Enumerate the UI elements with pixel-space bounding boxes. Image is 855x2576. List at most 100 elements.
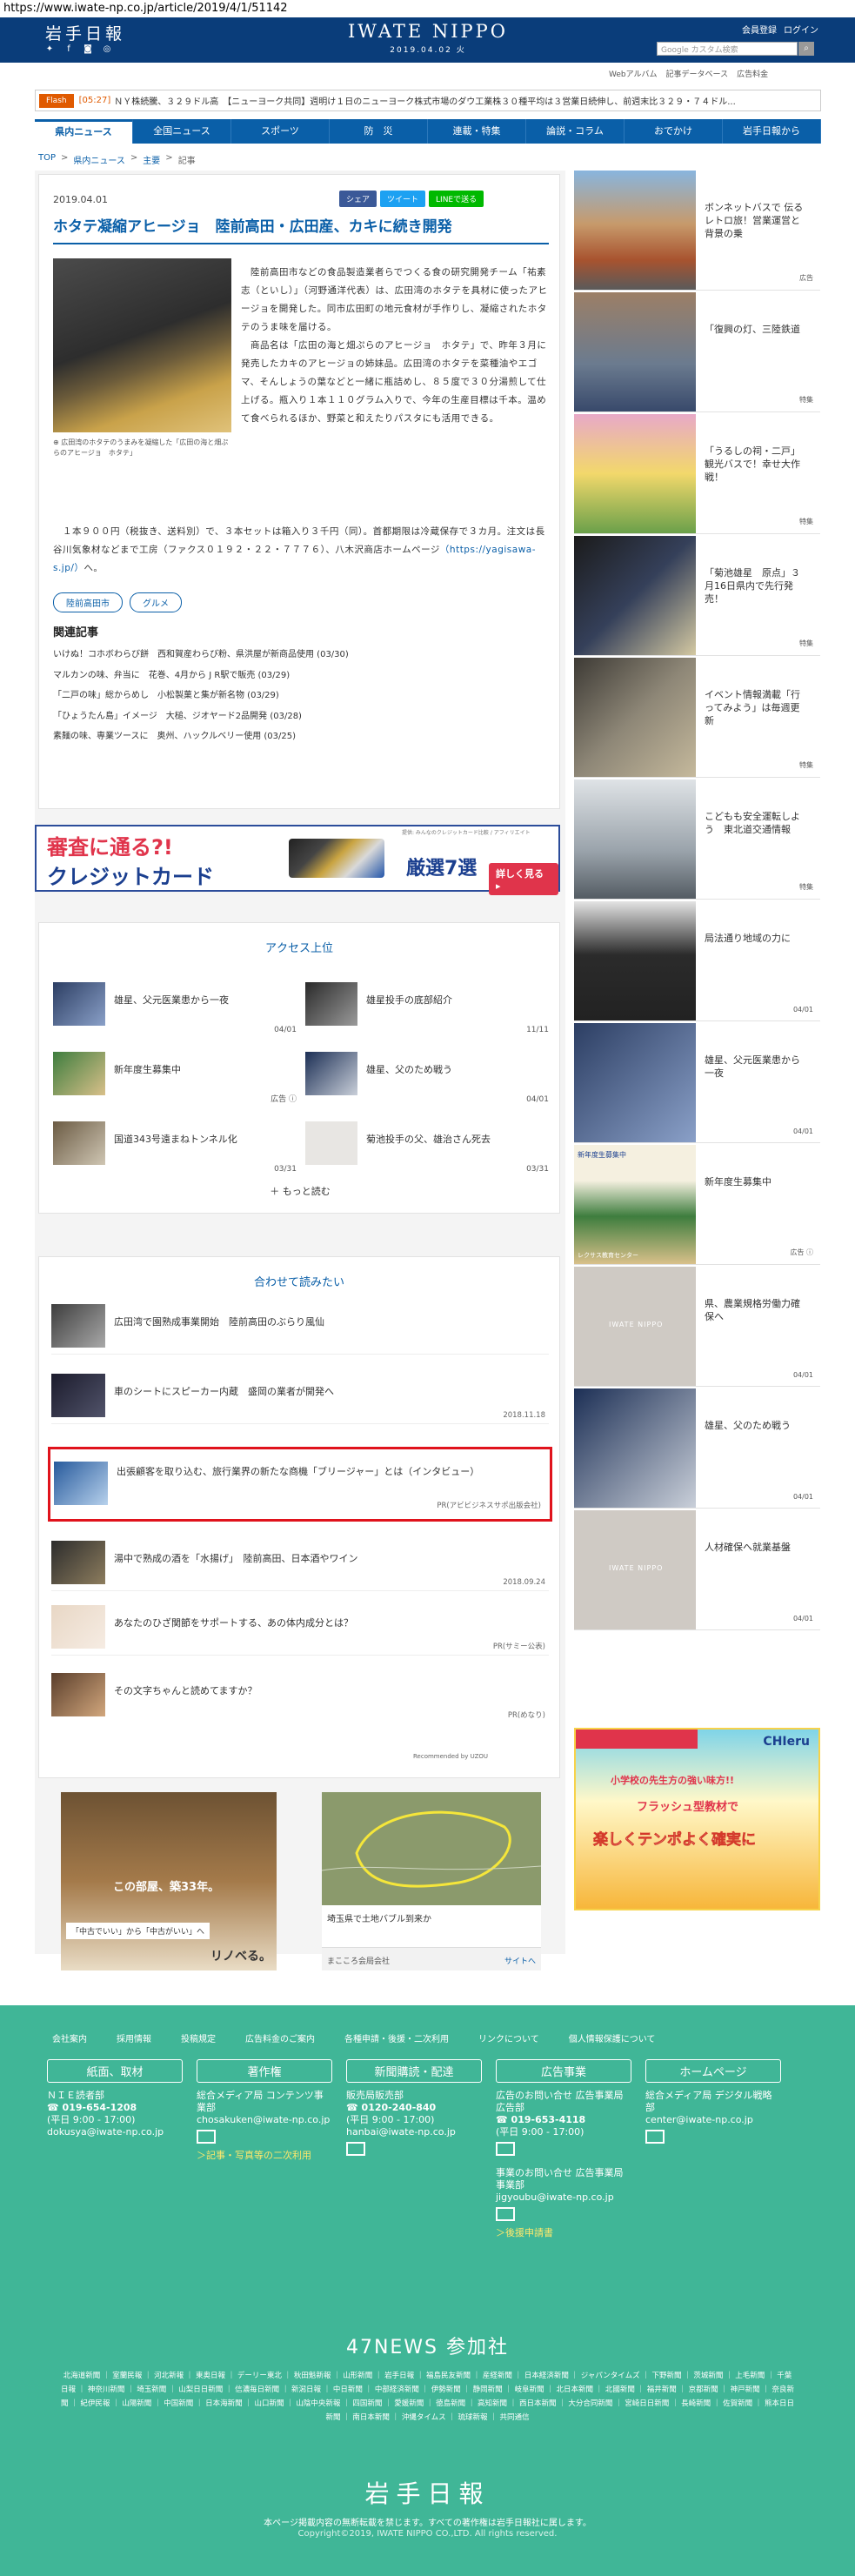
nav-tab-outing[interactable]: おでかけ	[625, 119, 723, 144]
nav-tab-sports[interactable]: スポーツ	[231, 119, 330, 144]
mail-icon[interactable]	[496, 2142, 515, 2156]
footer-link[interactable]: リンクについて	[478, 2031, 539, 2044]
sidebar-item[interactable]: こどもも安全運転しよう 東北道交通情報 特集	[574, 779, 820, 900]
email-link[interactable]: jigyoubu@iwate-np.co.jp	[496, 2191, 631, 2204]
news47-list[interactable]: 北海道新聞 ｜ 室蘭民報 ｜ 河北新報 ｜ 東奥日報 ｜ デーリー東北 ｜ 秋田…	[61, 2369, 794, 2425]
sidebar-thumb	[574, 292, 696, 411]
phone-number[interactable]: ☎ 019-653-4118	[496, 2114, 631, 2126]
instagram-icon[interactable]: ◎	[101, 43, 113, 56]
tag-gourmet[interactable]: グルメ	[130, 592, 182, 612]
reco-item[interactable]: あなたのひざ関節をサポートする、あの体内成分とは？ PR(サミー公表)	[51, 1598, 549, 1656]
line-icon[interactable]: ◙	[82, 43, 94, 56]
search-button[interactable]: ⌕	[798, 42, 814, 56]
sidebar-item[interactable]: 雄星、父元医業患から一夜 04/01	[574, 1023, 820, 1143]
related-item[interactable]: 「ひょうたん島」イメージ 大槌、ジオヤード2品開発 (03/28)	[53, 706, 549, 727]
sidebar-item[interactable]: 雄星、父のため戦う 04/01	[574, 1388, 820, 1509]
breadcrumb-main[interactable]: 主要	[143, 153, 160, 166]
sidebar-item[interactable]: 局法通り地域の力に 04/01	[574, 901, 820, 1021]
ranking-item[interactable]: 国道343号遠まねトンネル化 03/31	[53, 1121, 297, 1175]
nav-tab-national[interactable]: 全国ニュース	[133, 119, 231, 144]
ad-cta-button[interactable]: 詳しく見る ▸	[489, 863, 558, 895]
email-link[interactable]: chosakuken@iwate-np.co.jp	[197, 2114, 332, 2126]
search-input[interactable]: Google カスタム検索	[657, 42, 798, 56]
mail-icon[interactable]	[496, 2207, 515, 2221]
mail-icon[interactable]	[645, 2130, 665, 2144]
reco-item[interactable]: 湯中で熟成の酒を「水揚げ」 陸前高田、日本酒やワイン 2018.09.24	[51, 1534, 549, 1591]
reuse-link[interactable]: ＞記事・写真等の二次利用	[197, 2150, 332, 2162]
sidebar-item[interactable]: ボンネットバスで 伝るレトロ旅！営業運営と背景の乗 広告	[574, 171, 820, 291]
footer-link[interactable]: 採用情報	[117, 2031, 151, 2044]
account-links: 会員登録 ログイン	[742, 23, 818, 36]
reco-item[interactable]: 車のシートにスピーカー内蔵 盛岡の業者が開発へ 2018.11.18	[51, 1367, 549, 1424]
footer-link[interactable]: 個人情報保護について	[569, 2031, 656, 2044]
education-ad[interactable]: CHIeru 小学校の先生方の強い味方!! フラッシュ型教材で 楽しくテンポよく…	[574, 1728, 820, 1910]
uzou-credit[interactable]: Recommended by UZOU	[413, 1753, 488, 1760]
url-bar[interactable]: https://www.iwate-np.co.jp/article/2019/…	[0, 0, 855, 17]
more-button[interactable]: ＋ もっと読む	[39, 1184, 561, 1198]
header-brand-block[interactable]: IWATE NIPPO 2019.04.02 火	[341, 21, 515, 55]
phone-number[interactable]: ☎ 0120-240-840	[346, 2102, 482, 2114]
footer-logo[interactable]: 岩手日報	[0, 2475, 855, 2510]
reco-meta: PR(アビビジネスサポ出版会社)	[437, 1502, 541, 1510]
nav-tab-opinion[interactable]: 論説・コラム	[526, 119, 625, 144]
register-link[interactable]: 会員登録	[742, 23, 777, 36]
facebook-icon[interactable]: f	[63, 43, 75, 56]
sidebar-item[interactable]: イベント情報満載「行ってみよう」は毎週更新 特集	[574, 658, 820, 778]
breadcrumb-sep: >	[165, 153, 173, 163]
utility-link-adrates[interactable]: 広告料金	[737, 68, 768, 79]
education-ad-text-3: 楽しくテンポよく確実に	[593, 1831, 757, 1850]
site-logo[interactable]: 岩手日報	[45, 21, 125, 44]
reco-item[interactable]: 広田湾で園熟成事業開始 陸前高田のぶらり風仙	[51, 1297, 549, 1355]
related-item[interactable]: いけぬ！コホボわらび餅 西和賀産わらび粉、県洪屋が新商品使用 (03/30)	[53, 645, 549, 666]
mail-icon[interactable]	[197, 2130, 216, 2144]
phone-number[interactable]: ☎ 019-654-1208	[47, 2102, 183, 2114]
nav-tab-disaster[interactable]: 防 災	[330, 119, 428, 144]
sidebar-item[interactable]: IWATE NIPPO 人材確保へ就業基盤 04/01	[574, 1510, 820, 1630]
footer-link[interactable]: 各種申請・後援・二次利用	[344, 2031, 449, 2044]
related-item[interactable]: 素麺の味、専業ツースに 奥州、ハックルベリー使用 (03/25)	[53, 726, 549, 747]
news-ticker[interactable]: Flash [05:27] ＮＹ株続騰、３２９ドル高 【ニューヨーク共同】週明け…	[35, 90, 821, 111]
footer-link[interactable]: 広告料金のご案内	[245, 2031, 315, 2044]
ranking-thumb	[53, 1121, 105, 1165]
reco-item-highlighted[interactable]: 出張顧客を取り込む、旅行業界の新たな商機「ブリージャー」とは（インタビュー） P…	[48, 1447, 552, 1522]
utility-link-album[interactable]: Webアルバム	[609, 68, 658, 79]
email-link[interactable]: center@iwate-np.co.jp	[645, 2114, 781, 2126]
sidebar-item[interactable]: 「菊池雄星 原点」３月16日県内で先行発売！ 特集	[574, 536, 820, 656]
credit-card-ad[interactable]: 提供: みんなのクレジットカード比較 / アフィリエイト 審査に通る?! クレジ…	[35, 825, 560, 895]
ranking-item[interactable]: 雄星、父のため戦う 04/01	[305, 1052, 549, 1106]
twitter-icon[interactable]: ✦	[43, 43, 56, 56]
nav-tab-from-paper[interactable]: 岩手日報から	[723, 119, 821, 144]
reco-title: 合わせて読みたい	[253, 1276, 344, 1289]
renovation-ad[interactable]: この部屋、築33年。 「中古でいい」から「中古がいい」へ リノベる。	[61, 1792, 277, 1970]
tweet-button[interactable]: ツイート	[380, 191, 426, 207]
nav-tab-local[interactable]: 県内ニュース	[35, 119, 133, 144]
sidebar-item[interactable]: IWATE NIPPO 県、農業規格労働力確保へ 04/01	[574, 1267, 820, 1387]
login-link[interactable]: ログイン	[784, 23, 818, 36]
footer-link[interactable]: 会社案内	[52, 2031, 87, 2044]
ranking-item[interactable]: 菊池投手の父、雄治さん死去 03/31	[305, 1121, 549, 1175]
ranking-item[interactable]: 雄星、父元医業患から一夜 04/01	[53, 982, 297, 1036]
nav-tab-features[interactable]: 連載・特集	[428, 119, 526, 144]
breadcrumb-local[interactable]: 県内ニュース	[73, 153, 125, 166]
email-link[interactable]: dokusya@iwate-np.co.jp	[47, 2126, 183, 2138]
footer-link[interactable]: 投稿規定	[181, 2031, 216, 2044]
land-ad-link[interactable]: サイトへ	[504, 1955, 536, 1966]
ranking-item[interactable]: 雄星投手の底部紹介 11/11	[305, 982, 549, 1036]
mail-icon[interactable]	[346, 2142, 365, 2156]
email-link[interactable]: hanbai@iwate-np.co.jp	[346, 2126, 482, 2138]
land-ad[interactable]: 埼玉県で土地バブル到来か まこころ会局会社 サイトへ	[321, 1792, 542, 1970]
reco-item[interactable]: その文字ちゃんと読めてますか？ PR(めなり)	[51, 1666, 549, 1723]
sidebar-item[interactable]: 「うるしの祠・二戸」観光バスで！幸せ大作戦！ 特集	[574, 414, 820, 534]
related-item[interactable]: マルカンの味、弁当に 花巻、4月から J R駅で販売 (03/29)	[53, 666, 549, 686]
related-item[interactable]: 「二戸の味」総からめし 小松製菓と集が新名物 (03/29)	[53, 686, 549, 706]
tag-rikuzentakata[interactable]: 陸前高田市	[53, 592, 123, 612]
article-photo[interactable]	[53, 258, 231, 432]
sponsorship-link[interactable]: ＞後援申請書	[496, 2227, 631, 2239]
sidebar-item[interactable]: 「復興の灯、三陸鉄道 特集	[574, 292, 820, 412]
facebook-share-button[interactable]: シェア	[339, 191, 377, 207]
utility-link-database[interactable]: 記事データベース	[666, 68, 729, 79]
ranking-item[interactable]: 新年度生募集中 広告 ⓘ	[53, 1052, 297, 1106]
breadcrumb-top[interactable]: TOP	[38, 153, 56, 166]
sidebar-item[interactable]: 新年度生募集中 レクサス教育センター 新年度生募集中 広告 ⓘ	[574, 1145, 820, 1265]
line-share-button[interactable]: LINEで送る	[429, 191, 484, 207]
